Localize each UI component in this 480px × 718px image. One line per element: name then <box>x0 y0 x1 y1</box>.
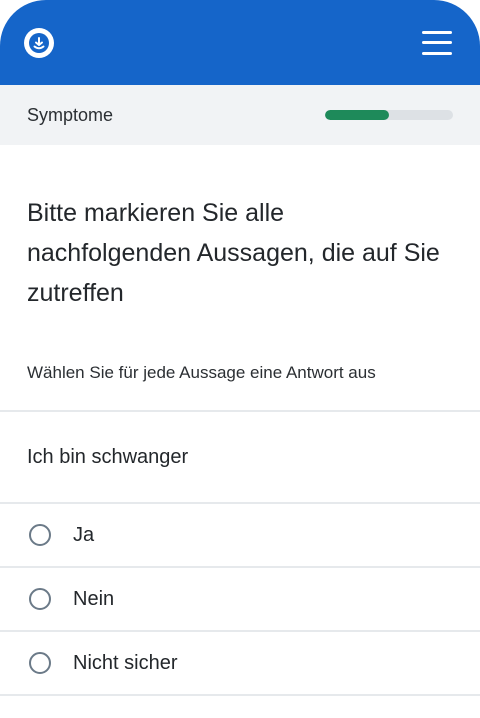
radio-button[interactable] <box>29 652 51 674</box>
option-ja[interactable]: Ja <box>0 502 480 566</box>
question-title: Bitte markieren Sie alle nachfolgenden A… <box>27 199 440 307</box>
menu-line <box>422 30 452 34</box>
app-header <box>0 0 480 85</box>
menu-line <box>422 41 452 44</box>
option-label: Ja <box>73 523 95 546</box>
option-label: Nicht sicher <box>73 651 178 674</box>
answer-options: Ja Nein Nicht sicher <box>0 502 480 696</box>
menu-line <box>422 51 452 55</box>
progress-track <box>325 110 453 120</box>
option-nein[interactable]: Nein <box>0 566 480 630</box>
question-card: Bitte markieren Sie alle nachfolgenden A… <box>0 145 480 696</box>
doctor-logo-icon[interactable] <box>24 27 54 58</box>
section-label: Symptome <box>27 104 114 125</box>
option-label: Nein <box>73 587 115 610</box>
radio-button[interactable] <box>29 588 51 610</box>
option-nicht-sicher[interactable]: Nicht sicher <box>0 630 480 696</box>
progress-fill <box>325 110 389 120</box>
app-screen: Symptome Bitte markieren Sie alle nachfo… <box>0 0 480 718</box>
hamburger-menu-icon[interactable] <box>422 30 452 55</box>
statement-text: Ich bin schwanger <box>27 445 189 468</box>
progress-section: Symptome <box>0 85 480 145</box>
question-hint: Wählen Sie für jede Aussage eine Antwort… <box>27 363 376 382</box>
radio-button[interactable] <box>29 524 51 546</box>
